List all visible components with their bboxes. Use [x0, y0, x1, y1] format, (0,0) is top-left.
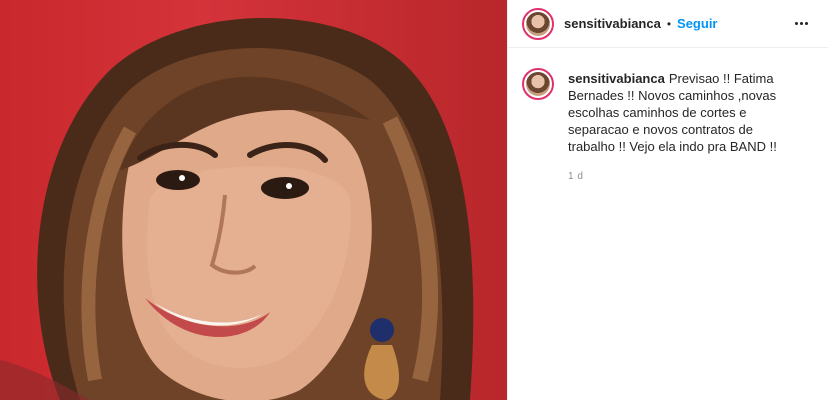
more-options-icon[interactable]: [791, 18, 812, 29]
caption-text: sensitivabianca Previsao !! Fatima Bernad…: [568, 70, 788, 155]
post-photo[interactable]: [0, 0, 507, 400]
header-username[interactable]: sensitivabianca: [564, 16, 661, 31]
instagram-post: sensitivabianca • Seguir sensitivabianca…: [0, 0, 828, 400]
post-timestamp[interactable]: 1 d: [568, 171, 828, 182]
portrait-illustration: [0, 17, 474, 400]
post-header: sensitivabianca • Seguir: [508, 0, 828, 48]
caption-username[interactable]: sensitivabianca: [568, 71, 665, 86]
caption-comment: sensitivabianca Previsao !! Fatima Bernad…: [508, 48, 828, 155]
separator-dot: •: [666, 16, 672, 31]
follow-button[interactable]: Seguir: [677, 16, 717, 31]
caption-avatar[interactable]: [522, 68, 554, 100]
avatar[interactable]: [522, 7, 554, 40]
post-sidebar: sensitivabianca • Seguir sensitivabianca…: [507, 0, 828, 400]
